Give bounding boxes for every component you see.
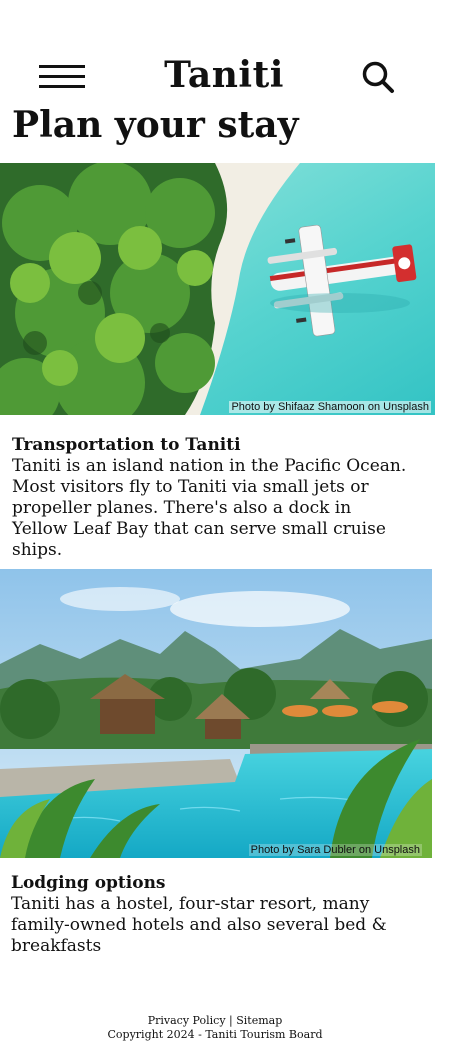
sitemap-link[interactable]: Sitemap <box>236 1014 282 1027</box>
search-icon[interactable] <box>361 60 395 94</box>
seaplane-beach-image <box>0 163 435 415</box>
copyright-text: Copyright 2024 - Taniti Tourism Board <box>107 1028 323 1041</box>
hamburger-menu-icon[interactable] <box>39 63 85 89</box>
lodging-section: Lodging options Taniti has a hostel, fou… <box>11 873 411 957</box>
photo-credit[interactable]: Photo by Shifaaz Shamoon on Unsplash <box>229 401 431 413</box>
seaplane-beach-photo: Photo by Shifaaz Shamoon on Unsplash <box>0 163 435 415</box>
resort-pool-photo: Photo by Sara Dubler on Unsplash <box>0 569 432 858</box>
footer-separator: | <box>229 1014 233 1027</box>
section-heading: Transportation to Taniti <box>12 435 241 455</box>
footer-links: Privacy Policy | Sitemap <box>0 1014 430 1028</box>
photo-credit[interactable]: Photo by Sara Dubler on Unsplash <box>248 844 422 856</box>
site-title[interactable]: Taniti <box>150 54 298 96</box>
site-header: Taniti <box>0 48 455 108</box>
page-title: Plan your stay <box>12 104 299 146</box>
section-body: Taniti is an island nation in the Pacifi… <box>12 456 407 560</box>
transportation-section: Transportation to Taniti Taniti is an is… <box>12 435 412 561</box>
site-footer: Privacy Policy | Sitemap Copyright 2024 … <box>0 1014 430 1042</box>
privacy-policy-link[interactable]: Privacy Policy <box>148 1014 226 1027</box>
resort-pool-image <box>0 569 432 858</box>
section-heading: Lodging options <box>11 873 166 893</box>
section-body: Taniti has a hostel, four-star resort, m… <box>11 894 387 956</box>
